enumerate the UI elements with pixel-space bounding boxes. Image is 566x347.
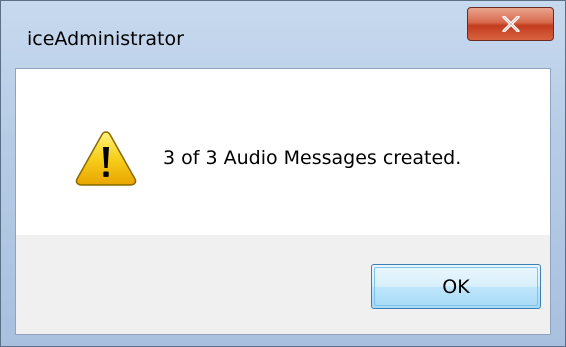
message-text: 3 of 3 Audio Messages created. [163,147,462,169]
ok-button[interactable]: OK [371,264,541,309]
close-icon [502,16,520,32]
button-area: OK [16,235,550,334]
window-title: iceAdministrator [27,28,184,50]
title-bar[interactable]: iceAdministrator [1,1,565,67]
message-dialog: iceAdministrator 3 of 3 Audio Messages c… [0,0,566,347]
message-area: 3 of 3 Audio Messages created. [16,69,550,235]
warning-icon [75,131,137,186]
close-button[interactable] [467,7,554,41]
dialog-body: 3 of 3 Audio Messages created. OK [15,68,551,335]
ok-button-label: OK [442,275,470,298]
